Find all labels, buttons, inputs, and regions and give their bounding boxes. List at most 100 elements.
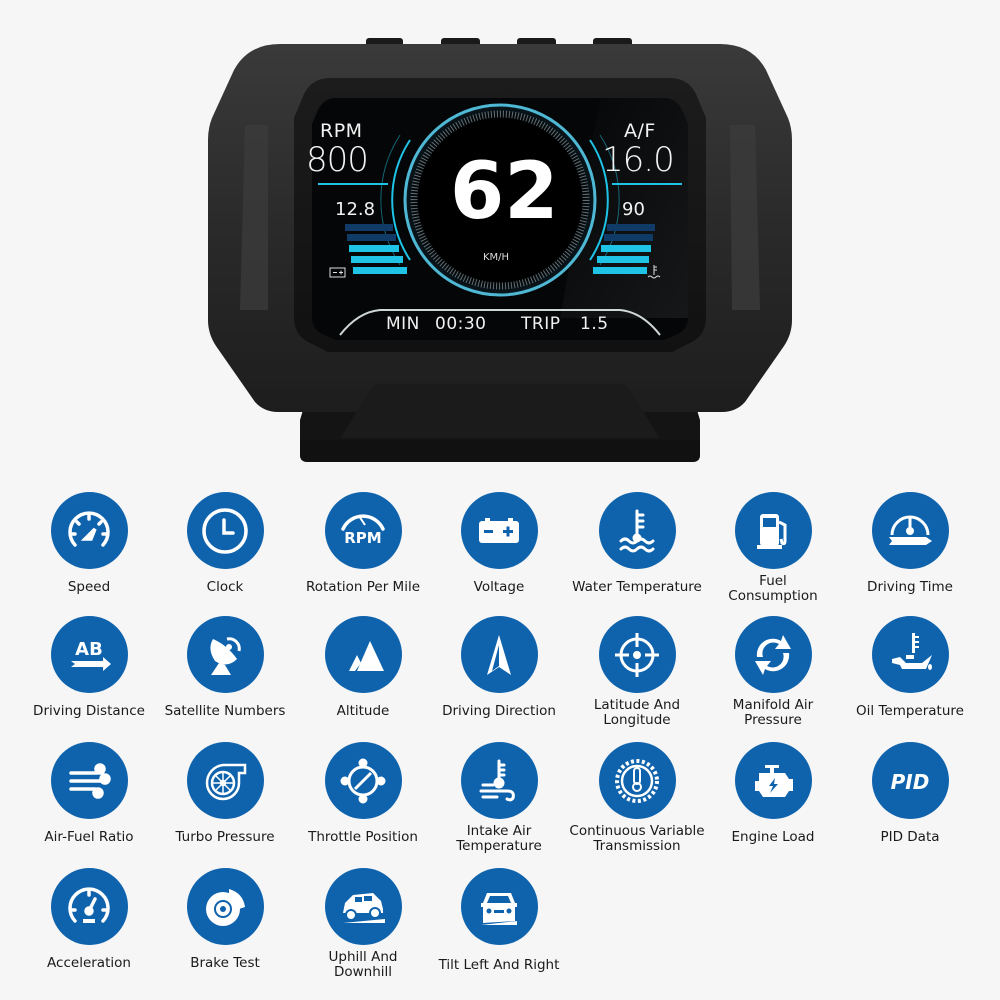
- feature-label: Fuel Consumption: [728, 573, 818, 604]
- fuel-pump-icon-glyph: [757, 513, 787, 549]
- feature-label: Continuous Variable Transmission: [569, 823, 705, 854]
- acceleration-gauge-icon-glyph: [68, 886, 110, 923]
- speedometer-icon: [50, 492, 128, 569]
- feature-item: Brake Test: [155, 868, 295, 981]
- car-side-slope-icon: [324, 868, 402, 945]
- ab-distance-icon: AB: [50, 616, 128, 693]
- turbo-icon: [186, 742, 264, 819]
- feature-item: Continuous Variable Transmission: [567, 742, 707, 855]
- feature-item: Speed: [19, 492, 159, 605]
- mountain-icon: [324, 616, 402, 693]
- feature-label: Latitude And Longitude: [593, 697, 681, 728]
- trip-label: TRIP: [521, 314, 561, 334]
- feature-item: Clock: [155, 492, 295, 605]
- water-temp-bar-5: [607, 224, 655, 231]
- voltage-bar-3: [349, 245, 399, 252]
- clock-icon: [186, 492, 264, 569]
- driving-time-icon: [871, 492, 949, 569]
- feature-label: Voltage: [473, 579, 525, 595]
- compass-arrow-icon-glyph: [487, 634, 511, 675]
- feature-item: Engine Load: [703, 742, 843, 855]
- rpm-value: 800: [306, 140, 369, 180]
- af-label: A/F: [624, 120, 656, 142]
- throttle-icon: [324, 742, 402, 819]
- speed-unit: KM/H: [483, 252, 510, 263]
- af-value: 16.0: [602, 140, 675, 180]
- feature-label: Driving Distance: [33, 703, 145, 719]
- feature-label: Speed: [67, 579, 111, 595]
- water-temp-bar-4: [604, 234, 653, 241]
- min-label: MIN: [386, 314, 420, 334]
- brake-disc-icon: [186, 868, 264, 945]
- feature-item: Tilt Left And Right: [429, 868, 569, 981]
- water-temperature-icon: [598, 492, 676, 569]
- car-side-slope-icon-glyph: [343, 892, 385, 923]
- feature-label: Rotation Per Mile: [305, 579, 420, 595]
- feature-label: Throttle Position: [308, 829, 418, 845]
- gear-thermometer-icon-glyph: [615, 758, 659, 803]
- ab-distance-icon-glyph: AB: [71, 639, 111, 671]
- wind-icon: [50, 742, 128, 819]
- svg-text:RPM: RPM: [344, 529, 381, 547]
- svg-text:AB: AB: [75, 639, 103, 660]
- rpm-gauge-icon-glyph: RPM: [341, 513, 385, 547]
- voltage-value: 12.8: [335, 199, 376, 220]
- pid-icon-glyph: PID: [891, 770, 930, 794]
- feature-label: Acceleration: [47, 955, 131, 971]
- feature-label: Turbo Pressure: [175, 829, 275, 845]
- battery-icon-glyph: [479, 517, 519, 543]
- recycle-arrows-icon: [734, 616, 812, 693]
- feature-label: Uphill And Downhill: [328, 949, 398, 980]
- feature-label: Air-Fuel Ratio: [44, 829, 134, 845]
- feature-label: Driving Time: [867, 579, 953, 595]
- feature-item: Satellite Numbers: [155, 616, 295, 729]
- svg-text:PID: PID: [891, 770, 930, 794]
- voltage-bar-4: [347, 234, 396, 241]
- car-front-tilt-icon-glyph: [481, 892, 517, 925]
- voltage-bar-5: [345, 224, 393, 231]
- feature-label: PID Data: [880, 829, 940, 845]
- oil-can-temperature-icon: [871, 616, 949, 693]
- clock-icon-glyph: [202, 507, 248, 554]
- feature-item: Oil Temperature: [840, 616, 980, 729]
- crosshair-icon-glyph: [615, 632, 659, 677]
- water-temp-bar-2: [597, 256, 649, 263]
- feature-label: Intake Air Temperature: [456, 823, 542, 854]
- engine-icon: [734, 742, 812, 819]
- pid-icon: PID: [871, 742, 949, 819]
- feature-item: Driving Direction: [429, 616, 569, 729]
- speedometer-icon-glyph: [68, 510, 110, 547]
- satellite-dish-icon-glyph: [210, 636, 241, 675]
- feature-item: Manifold Air Pressure: [703, 616, 843, 729]
- feature-item: PID PID Data: [840, 742, 980, 855]
- feature-item: Water Temperature: [567, 492, 707, 605]
- feature-label: Clock: [206, 579, 244, 595]
- fuel-pump-icon: [734, 492, 812, 569]
- feature-item: AB Driving Distance: [19, 616, 159, 729]
- turbo-icon-glyph: [205, 763, 247, 800]
- wind-icon-glyph: [69, 762, 111, 799]
- engine-icon-glyph: [755, 764, 793, 797]
- intake-air-temperature-icon: [460, 742, 538, 819]
- feature-item: Fuel Consumption: [703, 492, 843, 605]
- crosshair-icon: [598, 616, 676, 693]
- min-value: 00:30: [435, 314, 487, 334]
- feature-label: Tilt Left And Right: [438, 956, 560, 973]
- feature-label: Water Temperature: [572, 579, 702, 595]
- feature-label: Oil Temperature: [856, 703, 964, 719]
- water-temp-value: 90: [622, 199, 645, 220]
- feature-label: Brake Test: [190, 955, 260, 971]
- feature-label: Altitude: [336, 703, 390, 719]
- feature-item: Driving Time: [840, 492, 980, 605]
- rpm-label: RPM: [320, 120, 363, 142]
- speed-value: 62: [450, 147, 559, 237]
- feature-item: Voltage: [429, 492, 569, 605]
- intake-air-temperature-icon-glyph: [479, 759, 515, 801]
- gear-thermometer-icon: [598, 742, 676, 819]
- water-temperature-icon-glyph: [619, 509, 655, 552]
- feature-item: Acceleration: [19, 868, 159, 981]
- feature-label: Satellite Numbers: [164, 703, 286, 719]
- battery-icon: [460, 492, 538, 569]
- feature-item: Uphill And Downhill: [293, 868, 433, 981]
- hud-device: RPM 800 A/F 16.0 12.8 90 62 KM/H MIN 00:…: [0, 0, 1000, 470]
